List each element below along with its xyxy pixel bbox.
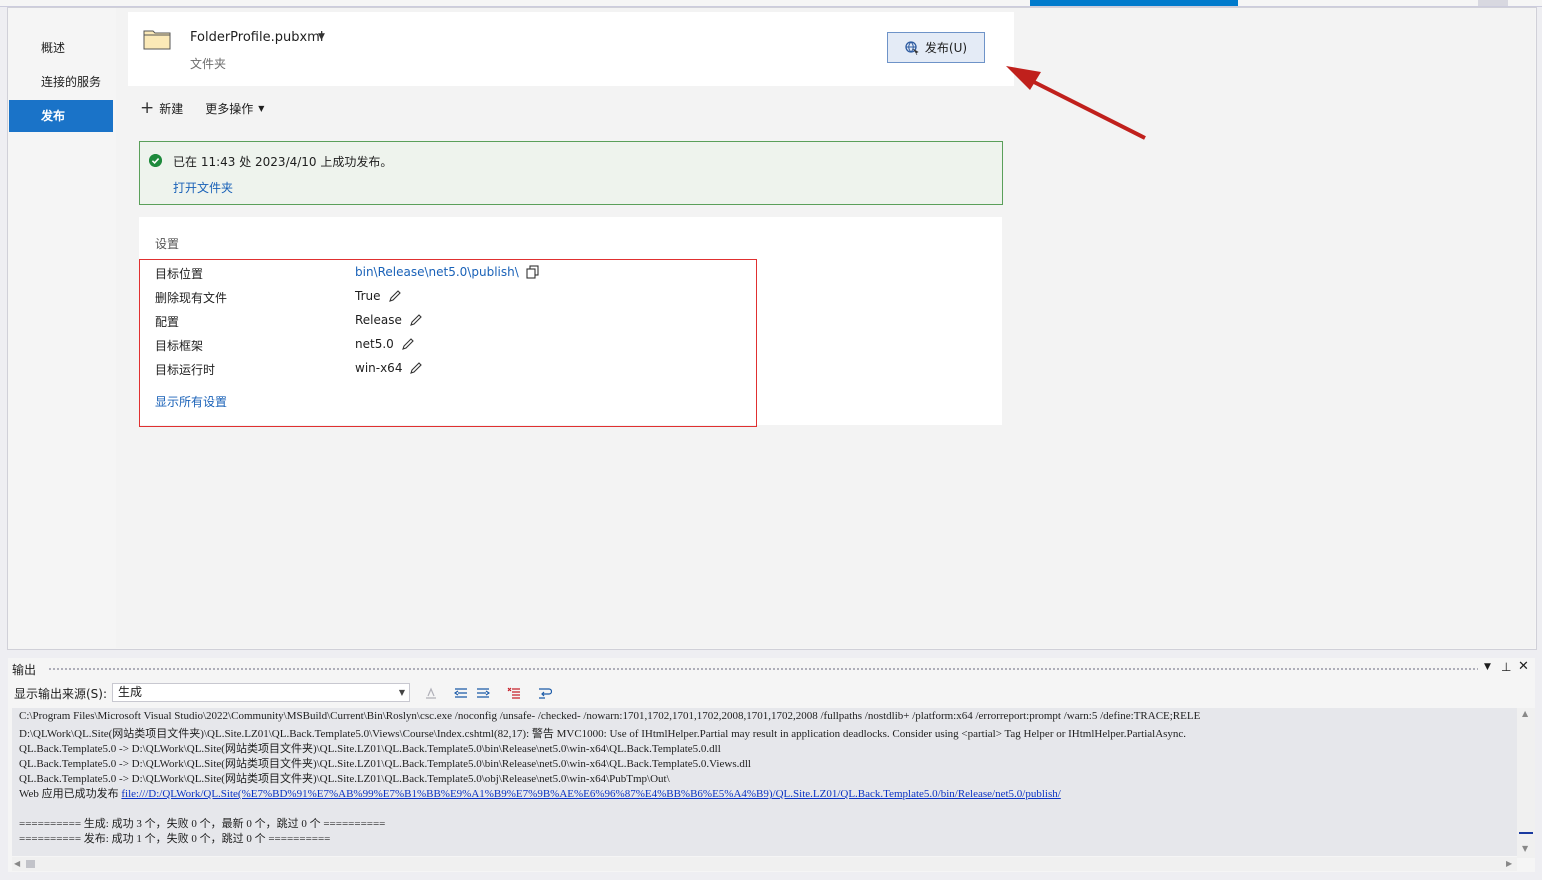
edit-pencil-icon[interactable] [388, 289, 402, 303]
setting-label-target-location: 目标位置 [155, 267, 204, 281]
log-line-publish-summary: ========== 发布: 成功 1 个，失败 0 个，跳过 0 个 ====… [19, 833, 331, 845]
target-location-link[interactable]: bin\Release\net5.0\publish\ [355, 265, 519, 279]
log-line: QL.Back.Template5.0 -> D:\QLWork\QL.Site… [19, 758, 751, 770]
output-title: 输出 [12, 663, 37, 677]
show-all-settings-link[interactable]: 显示所有设置 [155, 393, 227, 410]
nav-item-publish[interactable]: 发布 [9, 100, 113, 132]
output-log[interactable]: C:\Program Files\Microsoft Visual Studio… [12, 708, 1517, 856]
target-runtime-value: win-x64 [355, 361, 403, 375]
open-folder-link[interactable]: 打开文件夹 [173, 179, 233, 196]
edit-pencil-icon[interactable] [409, 361, 423, 375]
scroll-right-icon[interactable]: ▶ [1506, 859, 1512, 868]
output-source-label: 显示输出来源(S): [14, 687, 108, 701]
settings-highlight-box [139, 259, 757, 427]
setting-label-delete-existing: 删除现有文件 [155, 291, 228, 305]
active-tab-indicator[interactable] [1030, 0, 1238, 6]
setting-value-configuration: Release [355, 313, 423, 327]
log-line-web-published: Web 应用已成功发布 file:///D:/QLWork/QL.Site(%E… [19, 785, 1061, 801]
plus-icon: + [140, 97, 155, 118]
log-line-build-summary: ========== 生成: 成功 3 个，失败 0 个，最新 0 个，跳过 0… [19, 818, 386, 830]
profile-toolbar: + 新建 更多操作 ▼ [140, 97, 286, 119]
target-framework-value: net5.0 [355, 337, 394, 351]
publish-button[interactable]: 发布(U) [887, 32, 985, 63]
scroll-left-icon[interactable]: ◀ [14, 859, 20, 868]
nav-item-overview[interactable]: 概述 [9, 32, 113, 64]
scroll-thumb[interactable] [26, 860, 35, 868]
edit-pencil-icon[interactable] [401, 337, 415, 351]
copy-icon[interactable] [526, 265, 540, 279]
delete-existing-value: True [355, 289, 381, 303]
setting-label-target-runtime: 目标运行时 [155, 363, 216, 377]
tab-overflow[interactable] [1478, 0, 1508, 6]
word-wrap-icon[interactable] [536, 684, 554, 702]
find-message-icon[interactable] [422, 684, 440, 702]
chevron-down-icon[interactable]: ▼ [1484, 662, 1491, 672]
log-line: QL.Back.Template5.0 -> D:\QLWork\QL.Site… [19, 773, 670, 785]
edit-pencil-icon[interactable] [409, 313, 423, 327]
output-vertical-scrollbar[interactable]: ▲ ▼ [1517, 708, 1535, 858]
output-panel: 输出 ▼ ⊥ ✕ 显示输出来源(S): 生成 ▼ C:\Program File… [8, 658, 1535, 872]
new-profile-button[interactable]: + 新建 [140, 97, 184, 118]
settings-title: 设置 [155, 237, 180, 251]
prev-message-icon[interactable] [452, 684, 470, 702]
nav-item-label: 发布 [41, 109, 66, 123]
setting-value-target-runtime: win-x64 [355, 361, 423, 375]
publish-button-label: 发布(U) [924, 41, 968, 55]
chevron-down-icon[interactable]: ▼ [318, 32, 325, 42]
output-source-value: 生成 [118, 685, 143, 699]
left-nav: 概述 连接的服务 发布 [8, 8, 114, 648]
output-horizontal-scrollbar[interactable]: ◀ ▶ [12, 857, 1517, 871]
chevron-down-icon: ▼ [258, 103, 265, 113]
setting-label-target-framework: 目标框架 [155, 339, 204, 353]
nav-item-label: 概述 [41, 41, 66, 55]
log-line: C:\Program Files\Microsoft Visual Studio… [19, 710, 1201, 722]
publish-folder-link[interactable]: file:///D:/QLWork/QL.Site(%E7%BD%91%E7%A… [121, 788, 1060, 800]
publish-globe-icon [905, 40, 919, 55]
log-line: QL.Back.Template5.0 -> D:\QLWork\QL.Site… [19, 743, 721, 755]
panel-grip[interactable] [48, 667, 1478, 671]
web-published-prefix: Web 应用已成功发布 [19, 788, 122, 800]
scroll-down-icon[interactable]: ▼ [1522, 844, 1528, 853]
new-label: 新建 [159, 101, 184, 116]
check-circle-icon [149, 154, 162, 167]
setting-value-delete-existing: True [355, 289, 402, 303]
next-message-icon[interactable] [474, 684, 492, 702]
profile-type: 文件夹 [190, 57, 227, 71]
pin-icon[interactable]: ⊥ [1501, 660, 1511, 674]
more-actions-button[interactable]: 更多操作 ▼ [205, 100, 264, 117]
setting-value-target-framework: net5.0 [355, 337, 415, 351]
more-actions-label: 更多操作 [205, 101, 254, 116]
scroll-up-icon[interactable]: ▲ [1522, 709, 1528, 718]
top-tab-strip [0, 0, 1542, 7]
nav-item-connected-services[interactable]: 连接的服务 [9, 66, 113, 98]
scroll-position-marker [1519, 832, 1533, 834]
profile-name[interactable]: FolderProfile.pubxml [190, 30, 323, 45]
setting-label-configuration: 配置 [155, 315, 180, 329]
clear-all-icon[interactable] [505, 684, 523, 702]
chevron-down-icon: ▼ [398, 688, 405, 697]
close-icon[interactable]: ✕ [1518, 659, 1529, 674]
nav-item-label: 连接的服务 [41, 75, 102, 89]
bottom-tab-strip [0, 873, 1542, 880]
success-message: 已在 11:43 处 2023/4/10 上成功发布。 [173, 155, 393, 169]
configuration-value: Release [355, 313, 402, 327]
output-source-select[interactable]: 生成 ▼ [112, 683, 410, 702]
publish-success-banner: 已在 11:43 处 2023/4/10 上成功发布。 打开文件夹 [139, 141, 1003, 205]
log-line: D:\QLWork\QL.Site(网站类项目文件夹)\QL.Site.LZ01… [19, 728, 1187, 740]
setting-value-target-location: bin\Release\net5.0\publish\ [355, 265, 540, 279]
profile-header: FolderProfile.pubxml ▼ 文件夹 发布(U) [128, 12, 1014, 86]
folder-icon [143, 30, 171, 50]
